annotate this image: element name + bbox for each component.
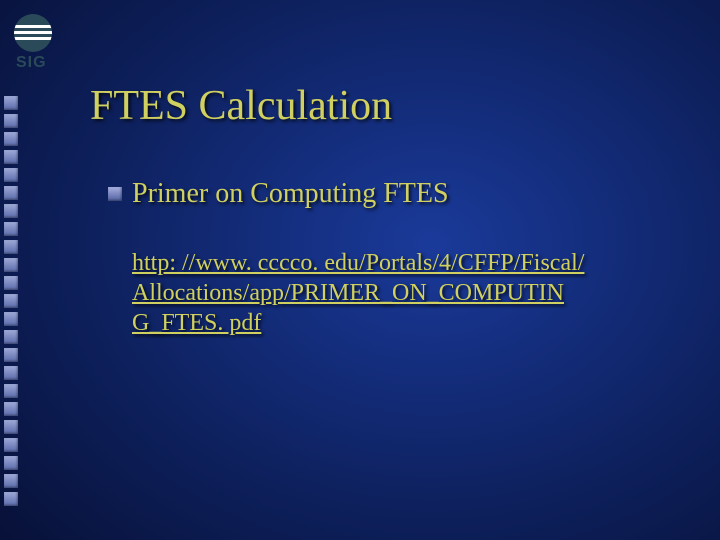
- url-link[interactable]: http: //www. cccco. edu/Portals/4/CFFP/F…: [132, 248, 612, 338]
- decorative-squares-column: [4, 96, 22, 510]
- square-bullet-icon: [108, 187, 122, 201]
- logo-text: SIG: [14, 54, 56, 72]
- bullet-item: Primer on Computing FTES: [108, 178, 449, 210]
- url-line-1: http: //www. cccco. edu/Portals/4/CFFP/F…: [132, 250, 584, 276]
- sig-logo: SIG: [14, 14, 56, 68]
- logo-circle-icon: [14, 14, 52, 52]
- url-line-3: G_FTES. pdf: [132, 310, 261, 336]
- url-line-2: Allocations/app/PRIMER_ON_COMPUTIN: [132, 280, 564, 306]
- bullet-text: Primer on Computing FTES: [132, 178, 449, 210]
- slide-title: FTES Calculation: [90, 82, 392, 130]
